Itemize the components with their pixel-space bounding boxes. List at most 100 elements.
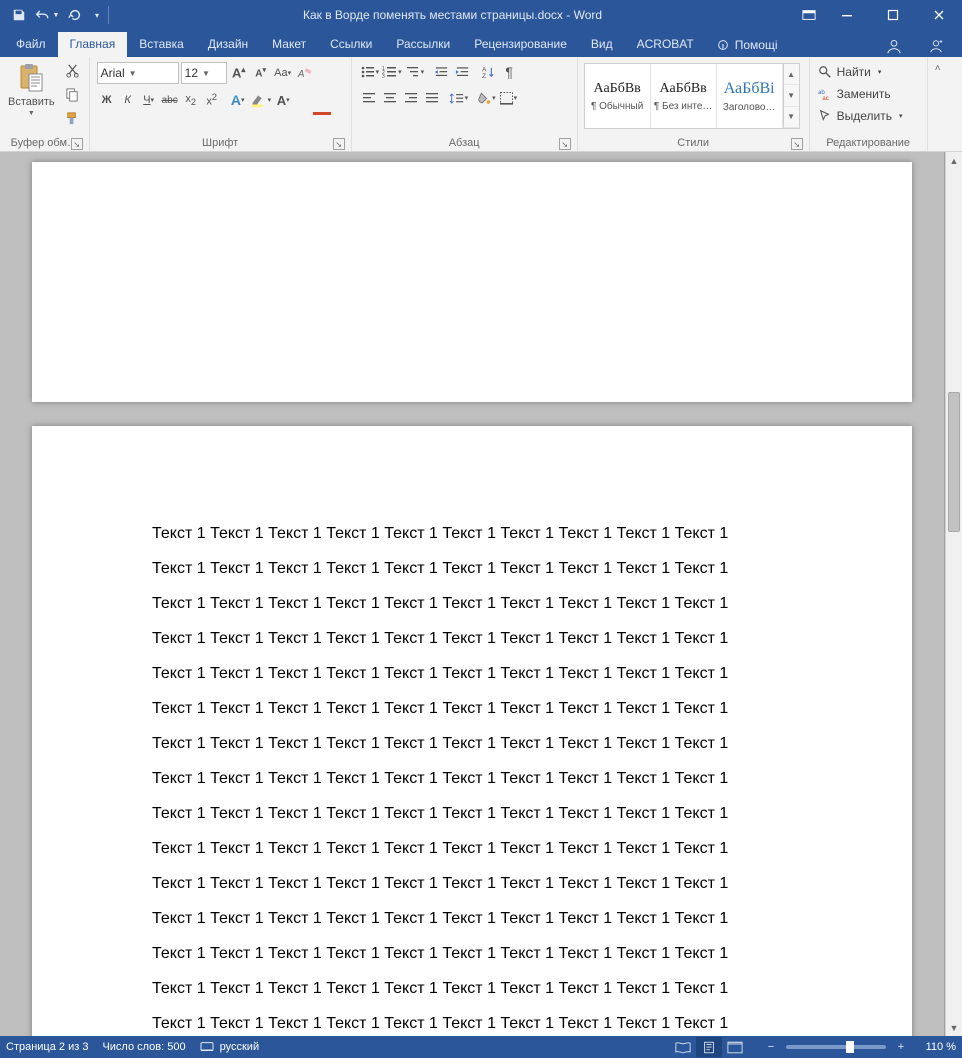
- bold-button[interactable]: Ж: [97, 90, 117, 110]
- document-line[interactable]: Текст 1 Текст 1 Текст 1 Текст 1 Текст 1 …: [152, 761, 792, 796]
- multilevel-button[interactable]: ▾: [404, 62, 426, 82]
- document-line[interactable]: Текст 1 Текст 1 Текст 1 Текст 1 Текст 1 …: [152, 726, 792, 761]
- document-line[interactable]: Текст 1 Текст 1 Текст 1 Текст 1 Текст 1 …: [152, 586, 792, 621]
- tab-file[interactable]: Файл: [4, 32, 58, 57]
- tab-review[interactable]: Рецензирование: [462, 32, 579, 57]
- close-button[interactable]: [916, 0, 962, 30]
- borders-button[interactable]: ▾: [498, 88, 519, 108]
- zoom-out-button[interactable]: −: [762, 1037, 780, 1057]
- styles-scroll-up[interactable]: ▲: [783, 64, 799, 85]
- line-spacing-button[interactable]: ▾: [448, 88, 470, 108]
- styles-gallery[interactable]: АаБбВв ¶ Обычный АаБбВв ¶ Без инте… АаБб…: [584, 63, 800, 129]
- copy-button[interactable]: [63, 84, 83, 104]
- grow-font-button[interactable]: A▴: [229, 63, 249, 83]
- styles-dialog-launcher[interactable]: ↘: [791, 138, 803, 150]
- tab-layout[interactable]: Макет: [260, 32, 318, 57]
- superscript-button[interactable]: x2: [202, 90, 222, 110]
- show-marks-button[interactable]: ¶: [499, 62, 519, 82]
- tab-home[interactable]: Главная: [58, 32, 128, 57]
- print-layout-button[interactable]: [696, 1037, 722, 1057]
- align-center-button[interactable]: [380, 88, 400, 108]
- document-line[interactable]: Текст 1 Текст 1 Текст 1 Текст 1 Текст 1 …: [152, 796, 792, 831]
- cut-button[interactable]: [63, 60, 83, 80]
- share-icon[interactable]: [920, 35, 952, 57]
- collapse-ribbon-button[interactable]: ˄: [928, 57, 948, 151]
- status-page[interactable]: Страница 2 из 3: [6, 1041, 88, 1053]
- font-size-combo[interactable]: 12▼: [181, 62, 227, 84]
- document-line[interactable]: Текст 1 Текст 1 Текст 1 Текст 1 Текст 1 …: [152, 971, 792, 1006]
- font-color-button[interactable]: A▾: [273, 90, 293, 110]
- qat-customize-button[interactable]: ▾: [90, 3, 104, 27]
- strikethrough-button[interactable]: abc: [160, 90, 180, 110]
- styles-expand[interactable]: ▼: [783, 107, 799, 128]
- italic-button[interactable]: К: [118, 90, 138, 110]
- scroll-down-button[interactable]: ▼: [946, 1019, 962, 1036]
- subscript-button[interactable]: x2: [181, 90, 201, 110]
- document-line[interactable]: Текст 1 Текст 1 Текст 1 Текст 1 Текст 1 …: [152, 1006, 792, 1036]
- ribbon-display-options-button[interactable]: [794, 0, 824, 30]
- zoom-level[interactable]: 110 %: [916, 1041, 956, 1053]
- web-layout-button[interactable]: [722, 1037, 748, 1057]
- shading-button[interactable]: ▾: [475, 88, 497, 108]
- document-line[interactable]: Текст 1 Текст 1 Текст 1 Текст 1 Текст 1 …: [152, 866, 792, 901]
- replace-button[interactable]: abac Заменить: [818, 84, 903, 104]
- zoom-slider[interactable]: [786, 1045, 886, 1049]
- bullets-button[interactable]: ▾: [359, 62, 381, 82]
- font-dialog-launcher[interactable]: ↘: [333, 138, 345, 150]
- document-line[interactable]: Текст 1 Текст 1 Текст 1 Текст 1 Текст 1 …: [152, 831, 792, 866]
- document-line[interactable]: Текст 1 Текст 1 Текст 1 Текст 1 Текст 1 …: [152, 656, 792, 691]
- select-button[interactable]: Выделить▾: [818, 106, 903, 126]
- font-name-combo[interactable]: Arial▼: [97, 62, 179, 84]
- tab-references[interactable]: Ссылки: [318, 32, 384, 57]
- change-case-button[interactable]: Aa▾: [273, 63, 293, 83]
- increase-indent-button[interactable]: [452, 62, 472, 82]
- document-line[interactable]: Текст 1 Текст 1 Текст 1 Текст 1 Текст 1 …: [152, 516, 792, 551]
- redo-button[interactable]: [62, 3, 88, 27]
- scroll-up-button[interactable]: ▲: [946, 152, 962, 169]
- style-heading1[interactable]: АаБбВі Заголово…: [717, 64, 783, 128]
- highlight-button[interactable]: ▾: [249, 90, 273, 110]
- shrink-font-button[interactable]: A▾: [251, 63, 271, 83]
- tab-mailings[interactable]: Рассылки: [384, 32, 462, 57]
- decrease-indent-button[interactable]: [431, 62, 451, 82]
- save-button[interactable]: [6, 3, 32, 27]
- align-justify-button[interactable]: [422, 88, 442, 108]
- page-1-bottom[interactable]: [32, 162, 912, 402]
- document-line[interactable]: Текст 1 Текст 1 Текст 1 Текст 1 Текст 1 …: [152, 936, 792, 971]
- document-line[interactable]: Текст 1 Текст 1 Текст 1 Текст 1 Текст 1 …: [152, 901, 792, 936]
- document-scroll[interactable]: Текст 1 Текст 1 Текст 1 Текст 1 Текст 1 …: [0, 152, 945, 1036]
- document-text[interactable]: Текст 1 Текст 1 Текст 1 Текст 1 Текст 1 …: [152, 516, 792, 1036]
- tell-me-search[interactable]: Помощі: [706, 33, 788, 57]
- scrollbar-thumb[interactable]: [948, 392, 960, 532]
- read-mode-button[interactable]: [670, 1037, 696, 1057]
- vertical-scrollbar[interactable]: ▲ ▼: [945, 152, 962, 1036]
- style-normal[interactable]: АаБбВв ¶ Обычный: [585, 64, 651, 128]
- format-painter-button[interactable]: [63, 108, 83, 128]
- tab-acrobat[interactable]: ACROBAT: [625, 32, 706, 57]
- align-left-button[interactable]: [359, 88, 379, 108]
- text-effects-button[interactable]: A▾: [228, 90, 248, 110]
- tab-insert[interactable]: Вставка: [127, 32, 196, 57]
- tab-view[interactable]: Вид: [579, 32, 625, 57]
- paragraph-dialog-launcher[interactable]: ↘: [559, 138, 571, 150]
- style-no-spacing[interactable]: АаБбВв ¶ Без инте…: [651, 64, 717, 128]
- maximize-button[interactable]: [870, 0, 916, 30]
- clear-formatting-button[interactable]: A: [295, 63, 315, 83]
- undo-button[interactable]: ▼: [34, 3, 60, 27]
- zoom-in-button[interactable]: +: [892, 1037, 910, 1057]
- status-word-count[interactable]: Число слов: 500: [102, 1041, 185, 1053]
- sort-button[interactable]: AZ: [478, 62, 498, 82]
- account-icon[interactable]: [878, 35, 910, 57]
- clipboard-dialog-launcher[interactable]: ↘: [71, 138, 83, 150]
- tab-design[interactable]: Дизайн: [196, 32, 260, 57]
- document-line[interactable]: Текст 1 Текст 1 Текст 1 Текст 1 Текст 1 …: [152, 551, 792, 586]
- find-button[interactable]: Найти▾: [818, 62, 903, 82]
- status-language[interactable]: русский: [200, 1041, 259, 1053]
- document-line[interactable]: Текст 1 Текст 1 Текст 1 Текст 1 Текст 1 …: [152, 621, 792, 656]
- align-right-button[interactable]: [401, 88, 421, 108]
- paste-button[interactable]: Вставить ▼: [4, 60, 59, 119]
- minimize-button[interactable]: [824, 0, 870, 30]
- styles-scroll-down[interactable]: ▼: [783, 85, 799, 106]
- numbering-button[interactable]: 123▾: [381, 62, 403, 82]
- zoom-slider-knob[interactable]: [846, 1041, 854, 1053]
